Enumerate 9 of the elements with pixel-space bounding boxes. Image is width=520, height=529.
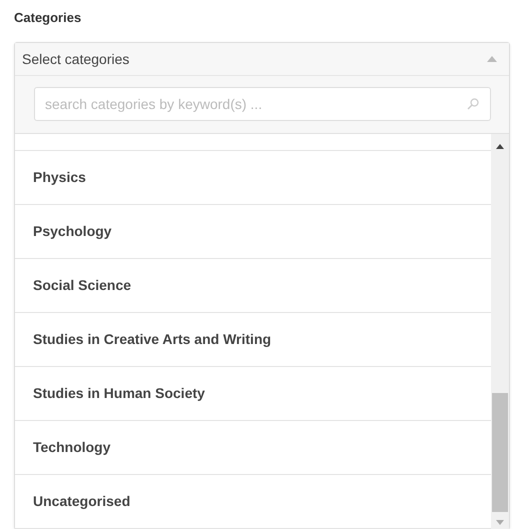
field-label: Categories (14, 9, 82, 27)
scrollbar[interactable] (491, 134, 509, 529)
caret-icon (487, 56, 497, 62)
search-icon (467, 98, 479, 110)
scroll-up-icon[interactable] (496, 144, 504, 149)
category-option[interactable]: Uncategorised (15, 475, 491, 529)
category-select[interactable]: Select categories (15, 43, 509, 76)
search-field[interactable]: search categories by keyword(s) ... (34, 87, 491, 121)
scroll-down-icon[interactable] (496, 520, 504, 525)
